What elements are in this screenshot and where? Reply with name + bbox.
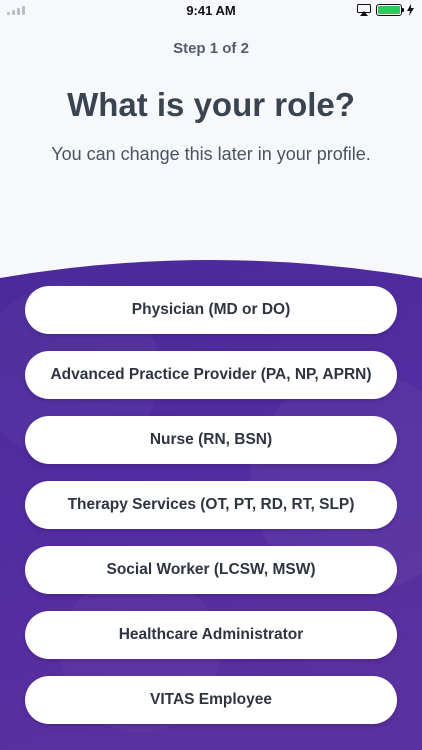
role-option-button[interactable]: Advanced Practice Provider (PA, NP, APRN… bbox=[25, 351, 397, 399]
page-title: What is your role? bbox=[67, 86, 355, 123]
role-options-list: Physician (MD or DO) Advanced Practice Pr… bbox=[25, 286, 397, 724]
airplay-icon bbox=[357, 4, 371, 16]
role-option-button[interactable]: Nurse (RN, BSN) bbox=[25, 416, 397, 464]
battery-icon bbox=[376, 4, 404, 16]
role-option-button[interactable]: Healthcare Administrator bbox=[25, 611, 397, 659]
role-option-button[interactable]: Physician (MD or DO) bbox=[25, 286, 397, 334]
role-option-button[interactable]: VITAS Employee bbox=[25, 676, 397, 724]
charging-bolt-icon bbox=[407, 4, 414, 16]
step-indicator: Step 1 of 2 bbox=[173, 40, 249, 57]
page-subtitle: You can change this later in your profil… bbox=[51, 144, 371, 164]
role-option-button[interactable]: Social Worker (LCSW, MSW) bbox=[25, 546, 397, 594]
status-bar: 9:41 AM bbox=[0, 0, 422, 22]
role-option-button[interactable]: Therapy Services (OT, PT, RD, RT, SLP) bbox=[25, 481, 397, 529]
